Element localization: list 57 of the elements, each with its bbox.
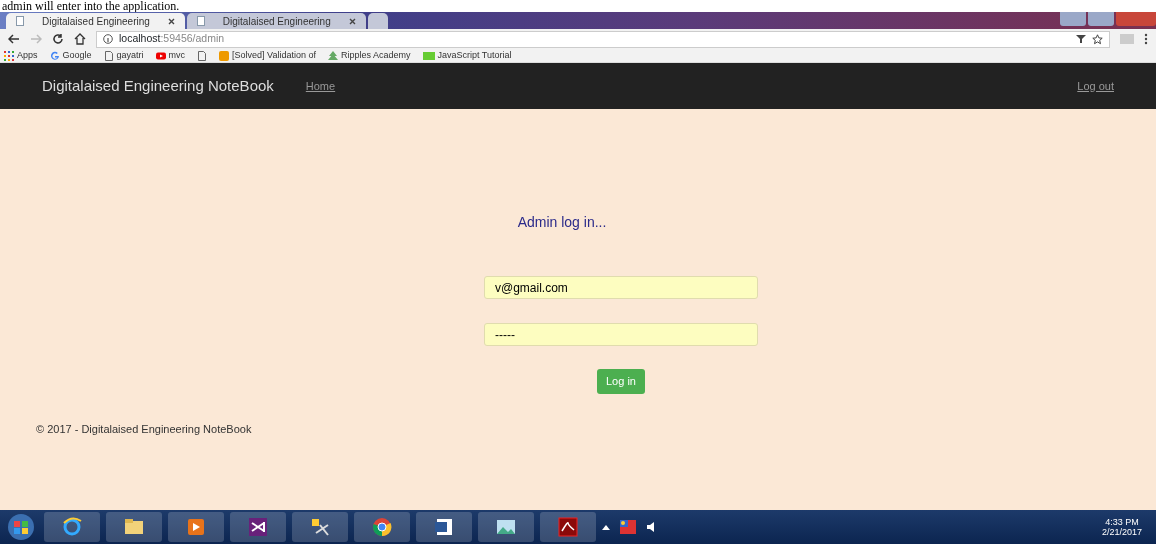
brand-link[interactable]: Digitalaised Engineering NoteBook bbox=[42, 74, 274, 98]
bookmark[interactable]: Apps bbox=[4, 48, 38, 63]
site-icon bbox=[422, 50, 435, 61]
bookmark[interactable]: gayatri bbox=[103, 48, 144, 63]
site-icon bbox=[219, 50, 230, 61]
reload-icon[interactable] bbox=[52, 33, 64, 45]
new-tab-button[interactable] bbox=[367, 13, 388, 29]
folder-icon bbox=[124, 517, 144, 537]
chevron-up-icon[interactable] bbox=[602, 524, 610, 530]
close-icon[interactable] bbox=[348, 17, 356, 25]
nav-link[interactable]: Home bbox=[305, 77, 336, 95]
document-caption: admin will enter into the application. bbox=[1, 0, 180, 12]
taskbar-button[interactable] bbox=[478, 512, 534, 542]
close-icon[interactable] bbox=[167, 17, 175, 25]
browser-icon bbox=[62, 517, 82, 537]
bookmark[interactable]: [Solved] Validation of bbox=[219, 48, 316, 63]
url-text: localhost:59456/admin bbox=[119, 31, 225, 47]
logout-link[interactable]: Log out bbox=[1077, 77, 1114, 95]
home-icon[interactable] bbox=[74, 33, 86, 45]
bookmark[interactable]: mvc bbox=[155, 48, 186, 63]
browser-tab[interactable]: Digitalaised Engineering bbox=[6, 13, 185, 29]
password-field[interactable]: ----- bbox=[484, 323, 758, 346]
taskbar-button[interactable] bbox=[230, 512, 286, 542]
play-icon bbox=[186, 517, 206, 537]
email-field[interactable]: v@gmail.com bbox=[484, 276, 758, 299]
page-icon bbox=[103, 50, 114, 61]
address-field[interactable]: localhost:59456/admin bbox=[96, 30, 1110, 48]
google-icon bbox=[49, 50, 60, 61]
tools-icon bbox=[310, 517, 330, 537]
browser-tab[interactable]: Digitalaised Engineering bbox=[186, 13, 366, 29]
page-icon bbox=[197, 50, 208, 61]
taskbar-button[interactable] bbox=[106, 512, 162, 542]
page-icon bbox=[196, 16, 205, 26]
footer-text: © 2017 - Digitalaised Engineering NoteBook bbox=[35, 421, 253, 437]
menu-icon[interactable] bbox=[1144, 33, 1148, 45]
filter-icon[interactable] bbox=[1076, 34, 1086, 44]
infinity-icon bbox=[248, 517, 268, 537]
taskbar-button[interactable] bbox=[416, 512, 472, 542]
page-icon bbox=[16, 16, 24, 26]
bookmark[interactable]: Google bbox=[49, 48, 92, 63]
bookmark[interactable]: JavaScript Tutorial bbox=[422, 48, 512, 63]
taskbar-button[interactable] bbox=[354, 512, 410, 542]
star-icon[interactable] bbox=[1092, 33, 1103, 45]
clock[interactable]: 4:33 PM 2/21/2017 bbox=[1101, 517, 1152, 537]
apps-icon bbox=[4, 50, 14, 61]
login-heading: Admin log in... bbox=[517, 213, 607, 232]
document-icon bbox=[434, 517, 454, 537]
back-icon[interactable] bbox=[8, 34, 20, 44]
chrome-icon bbox=[372, 517, 392, 537]
flag-icon[interactable] bbox=[620, 520, 636, 534]
pdf-icon bbox=[558, 517, 578, 537]
picture-viewer-icon bbox=[496, 517, 516, 537]
info-icon bbox=[103, 34, 113, 44]
taskbar-button[interactable] bbox=[292, 512, 348, 542]
bookmark[interactable]: Ripples Academy bbox=[327, 48, 411, 63]
bookmark[interactable] bbox=[197, 50, 208, 61]
video-icon bbox=[155, 50, 166, 61]
